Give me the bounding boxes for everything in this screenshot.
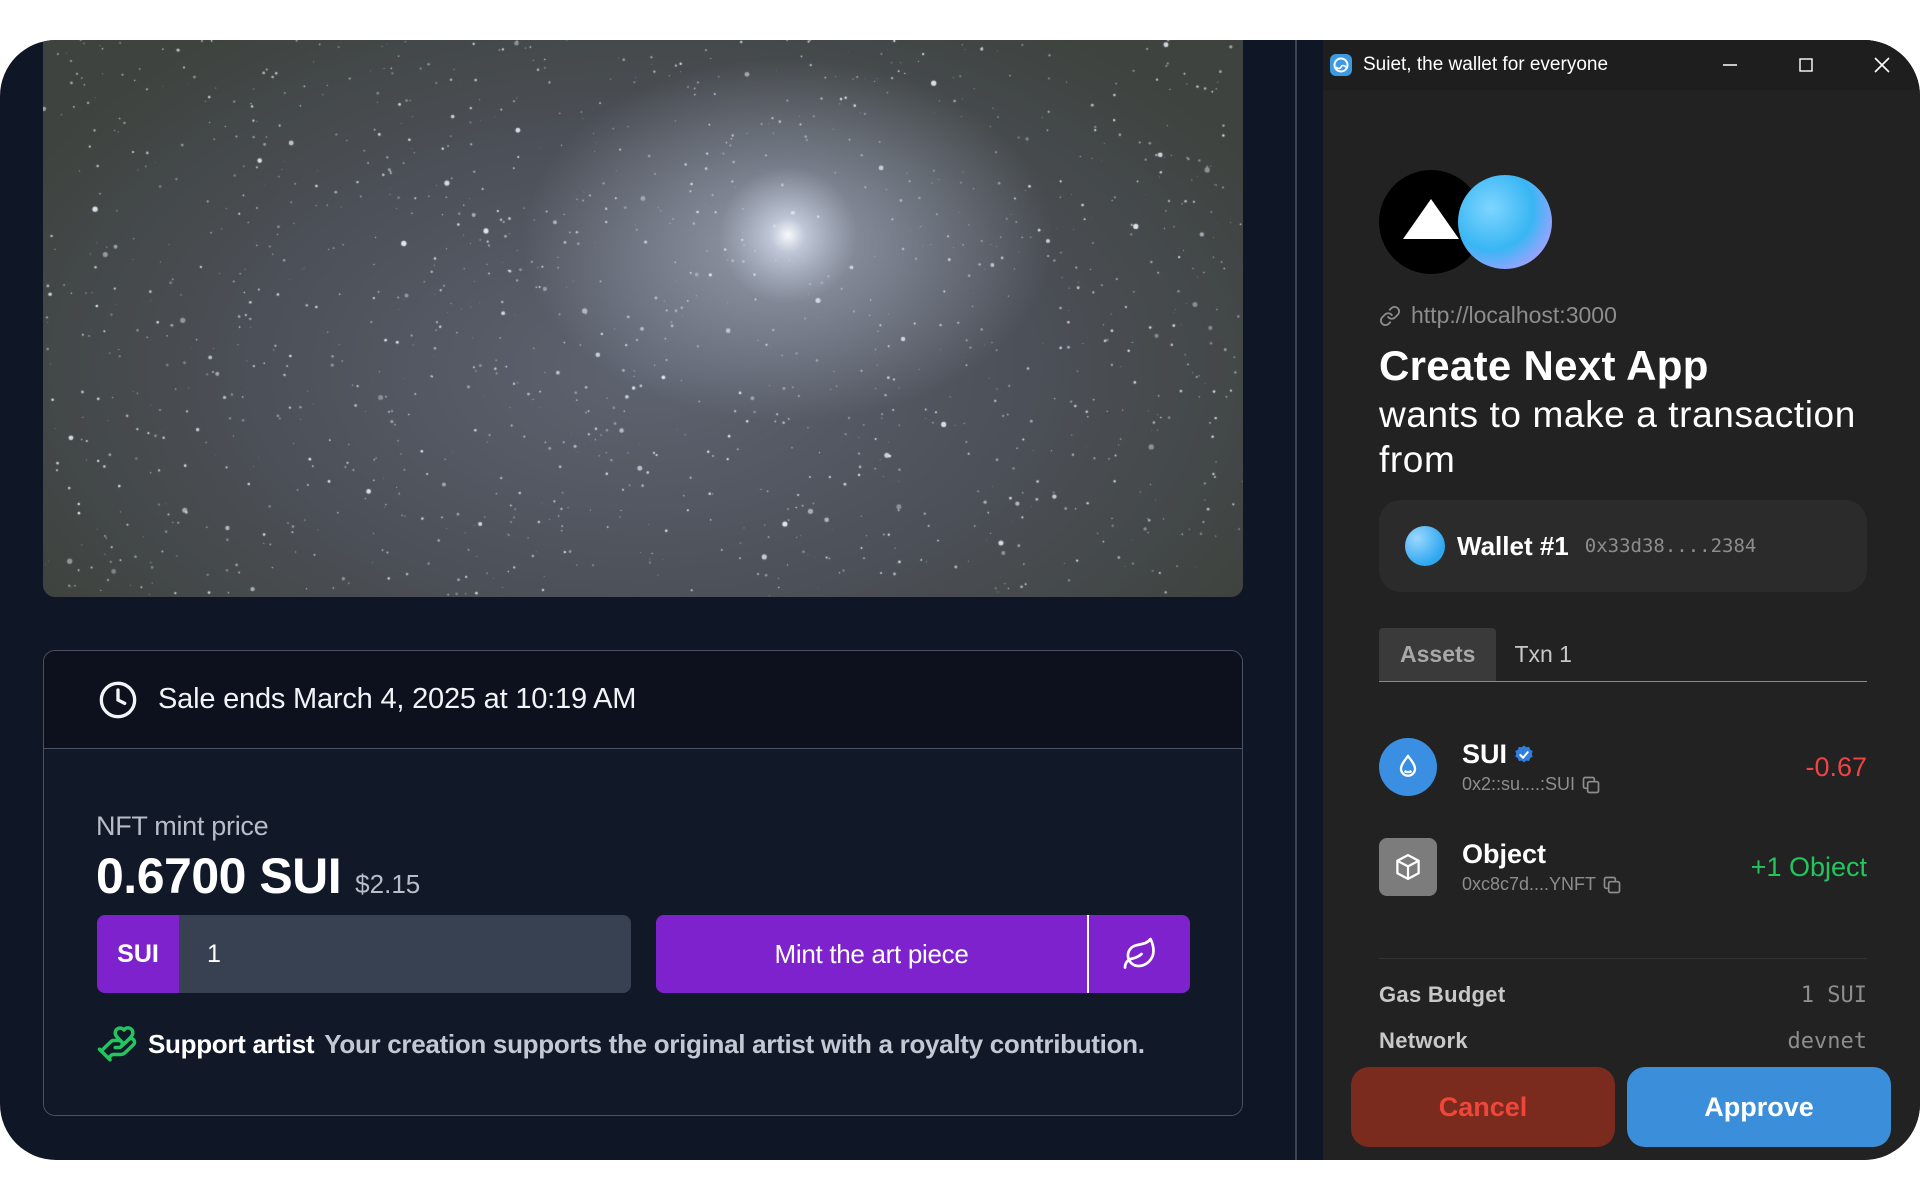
asset-address: 0xc8c7d....YNFT [1462, 874, 1622, 895]
quantity-input[interactable] [179, 915, 631, 993]
wallet-avatar [1405, 526, 1445, 566]
wallet-popup: Suiet, the wallet for everyone http://lo… [1323, 40, 1920, 1160]
maximize-icon [1799, 58, 1813, 72]
link-icon [1379, 305, 1401, 326]
leaf-icon [1123, 937, 1155, 969]
detail-value: 1 SUI [1800, 982, 1867, 1008]
cube-icon [1379, 838, 1437, 896]
suiet-app-icon [1330, 54, 1352, 76]
dapp-url-row: http://localhost:3000 [1379, 302, 1617, 329]
asset-address-label: 0x2::su....:SUI [1462, 774, 1576, 794]
asset-name: Object [1462, 839, 1622, 870]
mint-price-label: NFT mint price [96, 811, 269, 841]
support-artist-heading: Support artist [148, 1028, 315, 1059]
eco-leaf-button[interactable] [1087, 915, 1190, 993]
sui-droplet-icon [1379, 738, 1437, 796]
panel-divider [1295, 40, 1297, 1160]
copy-icon[interactable] [1602, 875, 1622, 895]
maximize-button[interactable] [1768, 40, 1844, 90]
mint-button[interactable]: Mint the art piece [656, 915, 1087, 993]
wallet-account-card: Wallet #1 0x33d38....2384 [1379, 500, 1867, 592]
support-artist-row: Support artist Your creation supports th… [96, 1023, 1145, 1065]
tab-txn-1[interactable]: Txn 1 [1496, 628, 1590, 681]
wallet-name: Wallet #1 [1457, 530, 1569, 561]
close-icon [1874, 57, 1890, 73]
cancel-button[interactable]: Cancel [1351, 1067, 1615, 1147]
asset-change: -0.67 [1805, 751, 1867, 782]
asset-name-label: Object [1462, 839, 1547, 869]
detail-label: Network [1379, 1028, 1468, 1053]
mint-group: Mint the art piece [656, 915, 1190, 993]
detail-row-network: Network devnet [1379, 1028, 1867, 1054]
approve-button[interactable]: Approve [1627, 1067, 1891, 1147]
asset-address: 0x2::su....:SUI [1462, 774, 1601, 795]
quantity-group: SUI [97, 915, 631, 993]
dapp-logos [1379, 170, 1552, 274]
nft-artwork-image [43, 40, 1243, 597]
tab-bar: Assets Txn 1 [1379, 628, 1867, 682]
sale-ends-text: Sale ends March 4, 2025 at 10:19 AM [158, 683, 637, 715]
sale-card: Sale ends March 4, 2025 at 10:19 AM NFT … [43, 650, 1243, 1116]
dapp-url: http://localhost:3000 [1411, 302, 1617, 328]
clock-icon [99, 681, 137, 718]
asset-name: SUI [1462, 739, 1601, 770]
detail-row-gas-budget: Gas Budget 1 SUI [1379, 982, 1867, 1008]
minimize-icon [1723, 64, 1737, 66]
asset-address-label: 0xc8c7d....YNFT [1462, 874, 1597, 894]
copy-icon[interactable] [1581, 775, 1601, 795]
request-description: wants to make a transaction from [1379, 394, 1856, 480]
support-artist-text: Your creation supports the original arti… [324, 1028, 1145, 1059]
close-button[interactable] [1844, 40, 1920, 90]
detail-value: devnet [1787, 1028, 1867, 1054]
window-titlebar: Suiet, the wallet for everyone [1323, 40, 1920, 90]
asset-row-object: Object 0xc8c7d....YNFT +1 Object [1379, 837, 1867, 897]
details-divider [1379, 958, 1867, 959]
asset-row-sui: SUI 0x2::su....:SUI -0.67 [1379, 737, 1867, 797]
app-frame: Sale ends March 4, 2025 at 10:19 AM NFT … [0, 40, 1920, 1160]
asset-change: +1 Object [1750, 851, 1867, 882]
sale-header: Sale ends March 4, 2025 at 10:19 AM [44, 651, 1242, 749]
hand-heart-icon [97, 1026, 137, 1062]
asset-name-label: SUI [1462, 739, 1508, 769]
quantity-currency-addon: SUI [97, 915, 179, 993]
sale-body: NFT mint price 0.6700 SUI $2.15 SUI Mint… [44, 749, 1242, 1115]
price-row: 0.6700 SUI $2.15 [96, 847, 420, 905]
detail-label: Gas Budget [1379, 982, 1506, 1007]
verified-badge-icon [1515, 744, 1533, 762]
wallet-address: 0x33d38....2384 [1584, 535, 1757, 557]
window-title: Suiet, the wallet for everyone [1363, 54, 1609, 75]
wallet-app-logo-icon [1458, 175, 1552, 269]
tab-assets[interactable]: Assets [1379, 628, 1497, 681]
dapp-name: Create Next App [1379, 342, 1709, 389]
minimize-button[interactable] [1692, 40, 1768, 90]
price-usd: $2.15 [355, 869, 421, 899]
price-value: 0.6700 SUI [96, 848, 342, 904]
